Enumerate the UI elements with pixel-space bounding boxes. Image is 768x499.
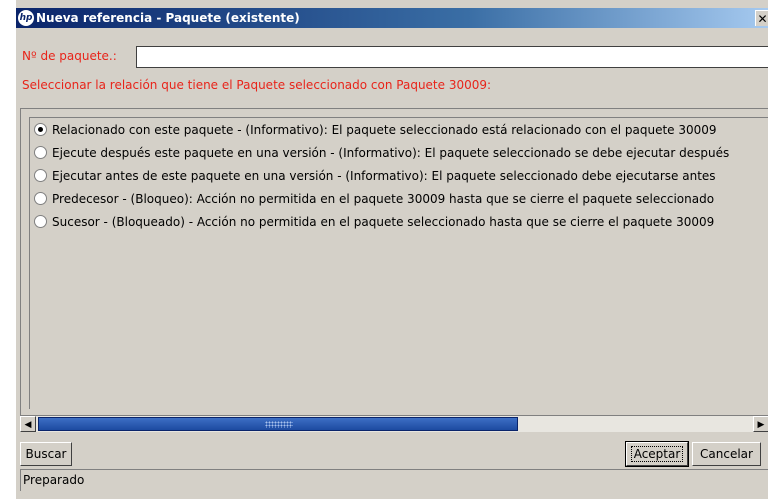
scrollbar-grip-icon <box>265 421 293 428</box>
relation-option-label: Ejecutar antes de este paquete en una ve… <box>52 169 716 183</box>
cancel-button[interactable]: Cancelar <box>692 442 761 466</box>
accept-button[interactable]: Aceptar <box>625 441 689 467</box>
relation-option[interactable]: Ejecute después este paquete en una vers… <box>34 143 729 163</box>
radio-unchecked-icon[interactable] <box>34 169 47 182</box>
radio-unchecked-icon[interactable] <box>34 192 47 205</box>
package-number-label: Nº de paquete.: <box>22 46 117 68</box>
radio-unchecked-icon[interactable] <box>34 215 47 228</box>
dialog-content: Nº de paquete.: Seleccionar la relación … <box>16 38 768 499</box>
package-number-input[interactable] <box>136 46 768 68</box>
horizontal-scrollbar[interactable]: ◀ ▶ <box>20 416 768 432</box>
radio-checked-icon[interactable] <box>34 123 47 136</box>
cancel-button-label: Cancelar <box>700 447 753 461</box>
relation-option[interactable]: Ejecutar antes de este paquete en una ve… <box>34 166 716 186</box>
relation-prompt: Seleccionar la relación que tiene el Paq… <box>22 78 492 92</box>
relation-option[interactable]: Relacionado con este paquete - (Informat… <box>34 120 717 140</box>
search-button[interactable]: Buscar <box>20 442 72 466</box>
relation-options-panel: Relacionado con este paquete - (Informat… <box>20 108 768 416</box>
relation-option-label: Predecesor - (Bloqueo): Acción no permit… <box>52 192 715 206</box>
close-icon[interactable]: ✕ <box>755 10 768 26</box>
window-title: Nueva referencia - Paquete (existente) <box>36 11 300 25</box>
hp-logo-icon: hp <box>18 10 34 26</box>
package-number-label-text: Nº de paquete.: <box>22 49 117 63</box>
relation-option[interactable]: Sucesor - (Bloqueado) - Acción no permit… <box>34 212 714 232</box>
relation-option[interactable]: Predecesor - (Bloqueo): Acción no permit… <box>34 189 714 209</box>
radio-unchecked-icon[interactable] <box>34 146 47 159</box>
relation-option-label: Sucesor - (Bloqueado) - Acción no permit… <box>52 215 715 229</box>
search-button-label: Buscar <box>25 447 67 461</box>
relation-options-list: Relacionado con este paquete - (Informat… <box>29 117 768 409</box>
scrollbar-thumb[interactable] <box>38 417 518 431</box>
scroll-right-icon[interactable]: ▶ <box>753 416 768 432</box>
relation-option-label: Relacionado con este paquete - (Informat… <box>52 123 717 137</box>
accept-button-label: Aceptar <box>630 446 684 462</box>
status-text: Preparado <box>23 473 85 487</box>
status-bar: Preparado <box>20 469 768 491</box>
relation-option-label: Ejecute después este paquete en una vers… <box>52 146 730 160</box>
title-bar[interactable]: hp Nueva referencia - Paquete (existente… <box>16 8 768 28</box>
dialog-window: hp Nueva referencia - Paquete (existente… <box>15 0 768 499</box>
scroll-left-icon[interactable]: ◀ <box>20 416 36 432</box>
